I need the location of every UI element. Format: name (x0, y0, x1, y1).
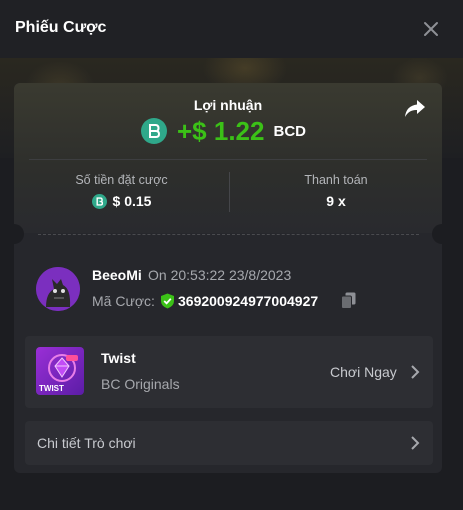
chevron-right-icon (410, 436, 420, 450)
bet-slip-modal: Phiếu Cược Lợi nhuận +$ 1.22 BCD Số tiền… (0, 0, 463, 510)
profit-label: Lợi nhuận (193, 97, 263, 113)
profit-row: +$ 1.22 BCD (141, 116, 306, 146)
modal-title: Phiếu Cược (15, 19, 107, 36)
verified-shield-icon (160, 293, 175, 309)
ticket-perforation (38, 234, 419, 235)
game-thumbnail: TWIST (36, 347, 84, 395)
share-icon[interactable] (403, 98, 427, 120)
play-now-button[interactable]: Chơi Ngay (330, 364, 397, 380)
modal-header: Phiếu Cược (0, 0, 463, 58)
bet-id-label: Mã Cược: (92, 293, 155, 309)
profit-amount: +$ 1.22 (177, 115, 265, 146)
thumbnail-text: TWIST (39, 384, 64, 393)
payout-label: Thanh toán (304, 173, 368, 187)
bet-amount-label: Số tiền đặt cược (75, 173, 168, 187)
avatar[interactable] (36, 267, 80, 311)
user-info: BeeoMi On 20:53:22 23/8/2023 Mã Cược: 36… (36, 267, 436, 313)
bcd-coin-icon (141, 118, 167, 144)
game-provider: BC Originals (101, 376, 180, 392)
username[interactable]: BeeoMi (92, 267, 142, 283)
bcd-coin-icon (91, 193, 107, 209)
bet-amount-value: $ 0.15 (112, 193, 152, 209)
payout-value: 9 x (326, 193, 346, 209)
profit-section: Lợi nhuận +$ 1.22 BCD Số tiền đặt cược $… (14, 83, 442, 233)
game-details-label: Chi tiết Trò chơi (37, 435, 136, 451)
section-divider (29, 159, 427, 160)
chevron-right-icon (410, 365, 420, 379)
game-details-row[interactable]: Chi tiết Trò chơi (25, 421, 433, 465)
profit-currency: BCD (273, 122, 306, 140)
ticket-notch-right (432, 224, 442, 244)
bet-id: 369200924977004927 (178, 293, 319, 309)
bet-amount-value-row: $ 0.15 (14, 193, 229, 209)
game-row[interactable]: TWIST Twist BC Originals Chơi Ngay (25, 336, 433, 408)
copy-icon[interactable] (341, 292, 356, 309)
game-name: Twist (101, 350, 136, 366)
bet-card: Lợi nhuận +$ 1.22 BCD Số tiền đặt cược $… (14, 83, 442, 473)
close-icon[interactable] (421, 19, 441, 39)
bet-timestamp: On 20:53:22 23/8/2023 (148, 267, 292, 283)
